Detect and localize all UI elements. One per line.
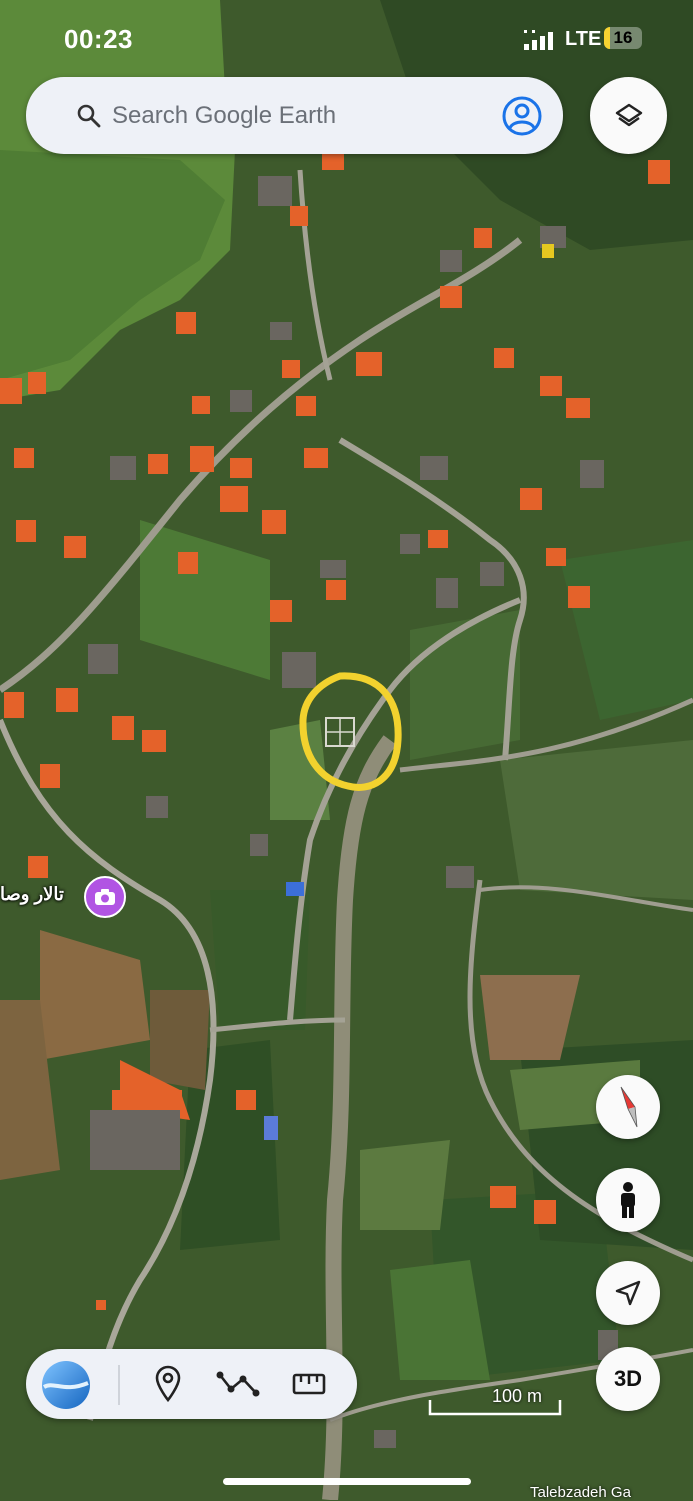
search-icon[interactable]: [76, 103, 102, 129]
status-time: 00:23: [64, 24, 133, 54]
battery-percent: 16: [613, 28, 633, 47]
brown-field: [150, 990, 210, 1090]
search-bar[interactable]: [26, 77, 563, 154]
earth-logo-icon[interactable]: [40, 1359, 92, 1411]
poi-marker[interactable]: [84, 876, 126, 918]
signal-bars-icon: [524, 30, 553, 50]
home-indicator[interactable]: [223, 1478, 471, 1485]
network-type: LTE: [565, 28, 602, 50]
place-pin-icon[interactable]: [154, 1364, 182, 1402]
3d-toggle-button[interactable]: 3D: [596, 1347, 660, 1411]
green-field: [360, 1140, 450, 1230]
account-circle-icon[interactable]: [501, 95, 543, 137]
green-field: [410, 610, 520, 760]
my-location-button[interactable]: [596, 1261, 660, 1325]
green-field: [500, 740, 693, 900]
toolbar-divider: [118, 1365, 120, 1405]
bottom-toolbar: [26, 1349, 357, 1419]
camera-icon: [95, 889, 115, 905]
yellow-roof: [542, 244, 554, 258]
layers-button[interactable]: [590, 77, 667, 154]
battery-icon: 16: [604, 27, 642, 49]
blue-roof: [264, 1116, 278, 1140]
ruler-icon[interactable]: [292, 1371, 326, 1397]
compass-icon: [620, 1086, 638, 1128]
navigation-arrow-icon: [615, 1280, 641, 1306]
search-input[interactable]: [110, 87, 494, 145]
blue-roof: [286, 882, 304, 896]
status-bar: 00:23 LTE 16: [0, 22, 693, 58]
poi-label[interactable]: تالار وصا: [0, 884, 64, 905]
street-view-button[interactable]: [596, 1168, 660, 1232]
pegman-icon: [621, 1182, 635, 1218]
scale-label: 100 m: [492, 1386, 543, 1406]
layers-icon: [615, 103, 642, 126]
compass-button[interactable]: [596, 1075, 660, 1139]
satellite-map[interactable]: [0, 0, 693, 1500]
imagery-attribution: Talebzadeh Ga: [530, 1484, 631, 1501]
path-icon[interactable]: [216, 1369, 260, 1399]
